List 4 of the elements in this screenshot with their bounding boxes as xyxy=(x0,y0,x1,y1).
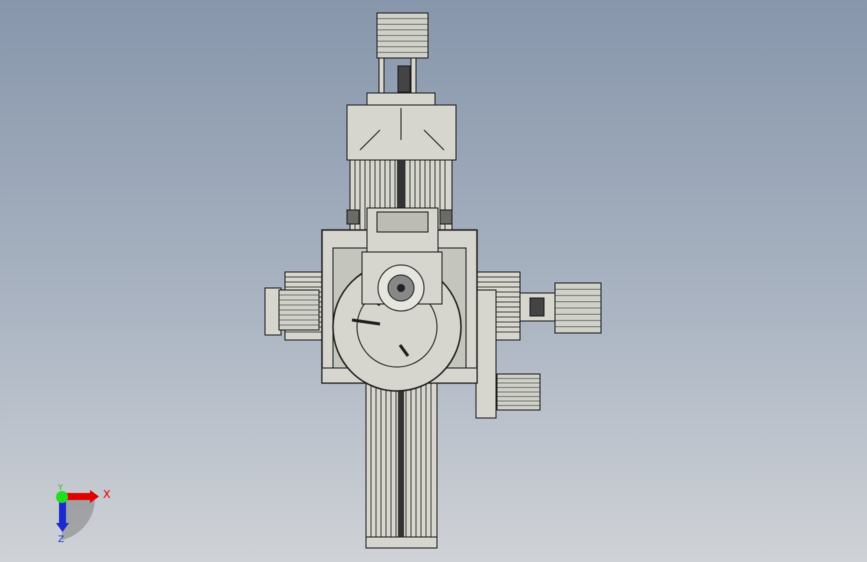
y-axis-label: Y xyxy=(58,483,63,492)
x-axis-label: X xyxy=(103,488,111,501)
z-axis-label: Z xyxy=(58,535,64,545)
axis-triad-icon xyxy=(56,490,99,540)
